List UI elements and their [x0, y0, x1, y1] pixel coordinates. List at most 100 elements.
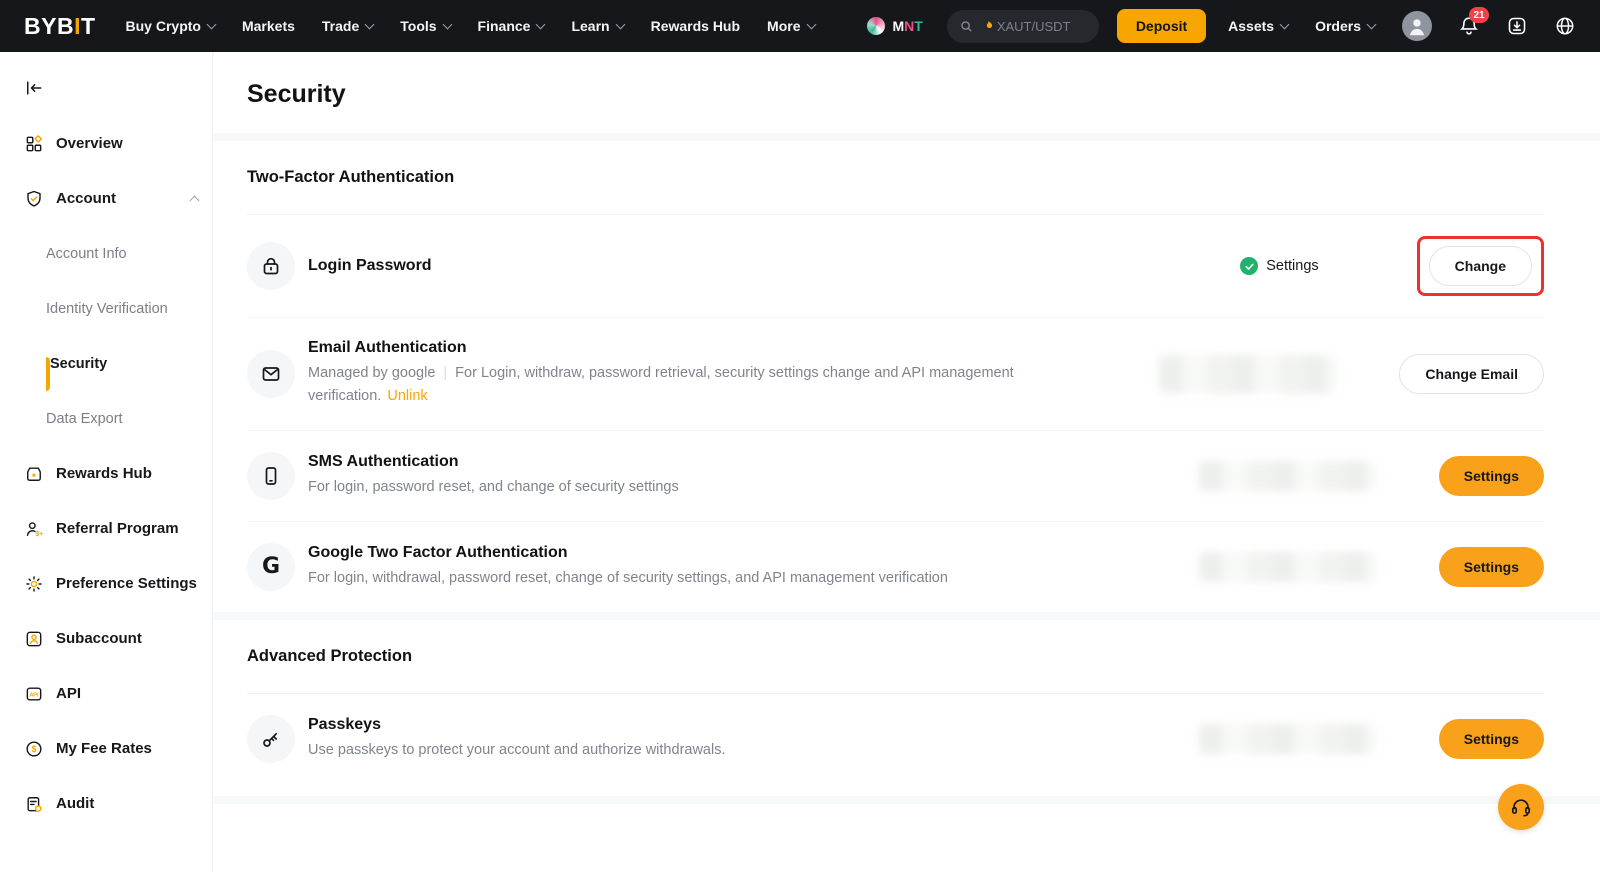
nav-item-rewards-hub[interactable]: Rewards Hub: [651, 18, 740, 34]
chevron-down-icon: [207, 19, 217, 29]
nav-item-buy-crypto[interactable]: Buy Crypto: [126, 18, 215, 34]
chevron-down-icon: [806, 19, 816, 29]
top-navbar: BYBIT Buy Crypto Markets Trade Tools Fin…: [0, 0, 1600, 52]
sidebar-item-security[interactable]: Security: [0, 336, 212, 391]
masked-google-2fa-value: [1199, 552, 1377, 582]
nav-item-more[interactable]: More: [767, 18, 814, 34]
api-icon: API: [24, 684, 44, 704]
sms-settings-button[interactable]: Settings: [1439, 456, 1544, 496]
logo-text-t: T: [81, 13, 96, 39]
sidebar-item-account[interactable]: Account: [0, 171, 212, 226]
masked-passkey-value: [1199, 724, 1377, 754]
rewards-icon: [24, 464, 44, 484]
mnt-token-icon: [867, 17, 885, 35]
download-app-button[interactable]: [1506, 15, 1528, 37]
page-title: Security: [247, 80, 1544, 109]
sms-authentication-row: SMS Authentication For login, password r…: [247, 431, 1544, 522]
sidebar-item-overview[interactable]: Overview: [0, 116, 212, 171]
sidebar-item-audit[interactable]: Audit: [0, 776, 212, 831]
assets-menu[interactable]: Assets: [1228, 18, 1288, 34]
sidebar-item-subaccount[interactable]: Subaccount: [0, 611, 212, 666]
section-divider-band: [213, 612, 1600, 620]
sms-authentication-title: SMS Authentication: [308, 453, 1199, 471]
logo-accent-letter: I: [74, 13, 81, 39]
gear-icon: [24, 574, 44, 594]
google-2fa-settings-button[interactable]: Settings: [1439, 547, 1544, 587]
bybit-logo[interactable]: BYBIT: [24, 13, 96, 40]
person-icon: [1404, 13, 1430, 39]
account-sidebar: Overview Account Account Info Identity V…: [0, 52, 213, 872]
chevron-down-icon: [1367, 19, 1377, 29]
headset-icon: [1509, 795, 1533, 819]
nav-item-learn[interactable]: Learn: [571, 18, 623, 34]
email-icon: [247, 350, 295, 398]
lock-icon: [247, 242, 295, 290]
search-placeholder: XAUT/USDT: [997, 19, 1071, 34]
nav-item-tools[interactable]: Tools: [400, 18, 450, 34]
user-avatar[interactable]: [1402, 11, 1432, 41]
change-password-button[interactable]: Change: [1429, 246, 1532, 286]
login-password-status: Settings: [1240, 257, 1318, 275]
masked-email-value: [1159, 355, 1337, 393]
search-input[interactable]: XAUT/USDT: [947, 10, 1099, 43]
orders-menu[interactable]: Orders: [1315, 18, 1375, 34]
mobile-phone-icon: [247, 452, 295, 500]
sidebar-item-identity-verification[interactable]: Identity Verification: [0, 281, 212, 336]
sms-authentication-description: For login, password reset, and change of…: [308, 476, 1098, 499]
download-icon: [1506, 15, 1528, 37]
email-authentication-title: Email Authentication: [308, 339, 1159, 357]
search-icon: [959, 19, 974, 34]
sidebar-item-api[interactable]: API API: [0, 666, 212, 721]
login-password-row: Login Password Settings Change: [247, 215, 1544, 318]
google-2fa-row: G Google Two Factor Authentication For l…: [247, 522, 1544, 612]
svg-text:$+: $+: [35, 530, 43, 538]
status-label: Settings: [1266, 258, 1318, 274]
sidebar-item-referral-program[interactable]: $+ Referral Program: [0, 501, 212, 556]
sidebar-item-account-info[interactable]: Account Info: [0, 226, 212, 281]
sidebar-collapse-button[interactable]: [24, 78, 44, 98]
audit-icon: [24, 794, 44, 814]
google-authenticator-icon: G: [247, 543, 295, 591]
twofa-section-heading: Two-Factor Authentication: [247, 168, 1544, 187]
nav-item-trade[interactable]: Trade: [322, 18, 373, 34]
annotation-highlight-box: Change: [1417, 236, 1544, 296]
google-2fa-description: For login, withdrawal, password reset, c…: [308, 567, 1098, 590]
change-email-button[interactable]: Change Email: [1399, 354, 1544, 394]
sidebar-item-my-fee-rates[interactable]: $ My Fee Rates: [0, 721, 212, 776]
deposit-button[interactable]: Deposit: [1117, 9, 1206, 43]
shield-check-icon: [24, 189, 44, 209]
chevron-up-icon: [190, 196, 200, 206]
mnt-token-link[interactable]: MNT: [867, 17, 922, 35]
passkey-icon: [247, 715, 295, 763]
email-authentication-description: Managed by google|For Login, withdraw, p…: [308, 362, 1098, 409]
passkeys-row: Passkeys Use passkeys to protect your ac…: [247, 694, 1544, 784]
unlink-link[interactable]: Unlink: [387, 388, 427, 404]
sidebar-item-data-export[interactable]: Data Export: [0, 391, 212, 446]
google-2fa-title: Google Two Factor Authentication: [308, 544, 1199, 562]
security-page: Security Two-Factor Authentication Login…: [213, 52, 1600, 872]
sidebar-item-preference-settings[interactable]: Preference Settings: [0, 556, 212, 611]
chevron-down-icon: [615, 19, 625, 29]
customer-support-button[interactable]: [1498, 784, 1544, 830]
referral-icon: $+: [24, 519, 44, 539]
logo-text: BYB: [24, 13, 74, 39]
fee-rates-icon: $: [24, 739, 44, 759]
language-button[interactable]: [1554, 15, 1576, 37]
subaccount-icon: [24, 629, 44, 649]
check-icon: [1240, 257, 1258, 275]
section-divider-band: [213, 796, 1600, 804]
login-password-title: Login Password: [308, 257, 1240, 275]
sidebar-item-rewards-hub[interactable]: Rewards Hub: [0, 446, 212, 501]
overview-icon: [24, 134, 44, 154]
notification-badge: 21: [1469, 7, 1489, 23]
chevron-down-icon: [1280, 19, 1290, 29]
description-separator: |: [443, 365, 447, 381]
notifications-button[interactable]: 21: [1458, 15, 1480, 37]
masked-phone-value: [1199, 461, 1377, 491]
passkeys-title: Passkeys: [308, 716, 1199, 734]
passkeys-settings-button[interactable]: Settings: [1439, 719, 1544, 759]
nav-item-markets[interactable]: Markets: [242, 18, 295, 34]
chevron-down-icon: [442, 19, 452, 29]
nav-item-finance[interactable]: Finance: [478, 18, 545, 34]
collapse-sidebar-icon: [24, 78, 44, 98]
